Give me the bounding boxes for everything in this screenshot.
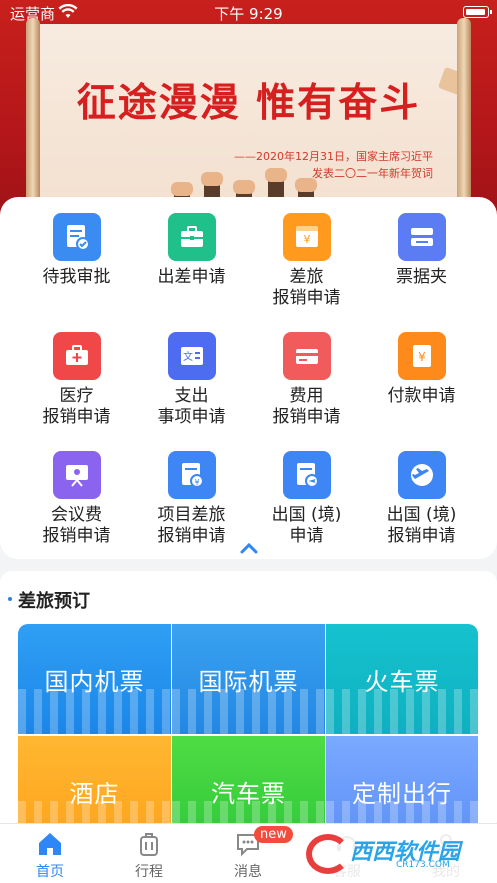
status-bar: 运营商 下午 9:29: [0, 0, 497, 24]
func-trip-request[interactable]: 出差申请: [134, 213, 249, 332]
func-label: 出国 (境) 申请: [271, 505, 342, 546]
func-medical-reimbursement[interactable]: 医疗 报销申请: [19, 332, 134, 451]
func-label: 费用 报销申请: [272, 386, 341, 427]
ticket-folder-icon: [397, 213, 446, 261]
func-label: 医疗 报销申请: [42, 386, 111, 427]
app-screen: 运营商 下午 9:29 征途漫漫 惟有奋斗 ——2020年12月31日，国家主席…: [0, 0, 497, 883]
func-ticket-folder[interactable]: 票据夹: [364, 213, 479, 332]
expense-card-icon: [282, 332, 331, 380]
func-fee-reimbursement[interactable]: 费用 报销申请: [249, 332, 364, 451]
func-payment-request[interactable]: ¥ 付款申请: [364, 332, 479, 451]
tab-itinerary[interactable]: 行程: [109, 830, 189, 881]
function-grid: 待我审批 出差申请 ¥ 差旅 报销申请 票据夹 医疗 报销申请 文 支出 事项申…: [19, 213, 479, 570]
abroad-plane-doc-icon: [282, 451, 331, 499]
svg-text:文: 文: [183, 350, 193, 363]
banner-quote: ——2020年12月31日，国家主席习近平 发表二〇二一年新年贺词: [203, 148, 433, 182]
svg-text:¥: ¥: [418, 350, 426, 364]
tile-domestic-flight[interactable]: 国内机票: [18, 624, 171, 734]
battery-icon: [463, 6, 492, 18]
func-abroad-request[interactable]: 出国 (境) 申请: [249, 451, 364, 570]
watermark-sub: CR173.COM: [396, 860, 450, 870]
tile-international-flight[interactable]: 国际机票: [172, 624, 325, 734]
tab-label: 消息: [234, 864, 262, 880]
banner-quote-line2: 发表二〇二一年新年贺词: [312, 167, 433, 180]
collapse-chevron-icon[interactable]: [235, 542, 263, 558]
payment-ticket-icon: ¥: [397, 332, 446, 380]
travel-booking-section: 差旅预订 国内机票 国际机票 火车票 酒店 汽车票 定制出行: [0, 571, 497, 846]
func-pending-approval[interactable]: 待我审批: [19, 213, 134, 332]
svg-text:¥: ¥: [194, 478, 199, 487]
banner-scroll: 征途漫漫 惟有奋斗 ——2020年12月31日，国家主席习近平 发表二〇二一年新…: [26, 18, 471, 224]
briefcase-icon: [167, 213, 216, 261]
tab-home[interactable]: 首页: [10, 830, 90, 881]
func-label: 会议费 报销申请: [42, 505, 111, 546]
meeting-board-icon: [52, 451, 101, 499]
expense-document-icon: 文: [167, 332, 216, 380]
func-expense-item-request[interactable]: 文 支出 事项申请: [134, 332, 249, 451]
func-label: 票据夹: [396, 267, 447, 287]
func-label: 待我审批: [42, 267, 111, 287]
func-label: 差旅 报销申请: [272, 267, 341, 308]
approval-icon: [52, 213, 101, 261]
travel-tiles: 国内机票 国际机票 火车票 酒店 汽车票 定制出行: [18, 624, 479, 846]
tile-train[interactable]: 火车票: [326, 624, 478, 734]
func-abroad-reimbursement[interactable]: 出国 (境) 报销申请: [364, 451, 479, 570]
banner-title: 征途漫漫 惟有奋斗: [76, 80, 421, 126]
function-panel: 待我审批 出差申请 ¥ 差旅 报销申请 票据夹 医疗 报销申请 文 支出 事项申…: [0, 197, 497, 559]
watermark-logo: 西西软件园 CR173.COM: [300, 830, 480, 878]
func-project-travel-reimbursement[interactable]: ¥ 项目差旅 报销申请: [134, 451, 249, 570]
luggage-icon: [140, 833, 158, 856]
svg-text:¥: ¥: [303, 233, 310, 246]
tile-label: 国内机票: [44, 667, 145, 696]
medical-kit-icon: [52, 332, 101, 380]
func-label: 付款申请: [387, 386, 456, 406]
func-meeting-reimbursement[interactable]: 会议费 报销申请: [19, 451, 134, 570]
func-label: 出差申请: [157, 267, 226, 287]
banner-quote-line1: ——2020年12月31日，国家主席习近平: [234, 150, 433, 163]
watermark-c-icon: [306, 834, 350, 874]
func-label: 项目差旅 报销申请: [157, 505, 226, 546]
func-travel-reimbursement[interactable]: ¥ 差旅 报销申请: [249, 213, 364, 332]
tile-label: 国际机票: [198, 667, 299, 696]
new-badge: new: [254, 826, 293, 843]
tile-label: 火车票: [364, 667, 440, 696]
banner[interactable]: 运营商 下午 9:29 征途漫漫 惟有奋斗 ——2020年12月31日，国家主席…: [0, 0, 497, 230]
abroad-plane-circle-icon: [397, 451, 446, 499]
tile-label: 汽车票: [211, 779, 286, 808]
tile-label: 定制出行: [352, 779, 452, 808]
func-label: 出国 (境) 报销申请: [386, 505, 457, 546]
yuan-wallet-icon: ¥: [282, 213, 331, 261]
section-title: 差旅预订: [8, 587, 90, 613]
tile-label: 酒店: [69, 779, 120, 808]
func-label: 支出 事项申请: [157, 386, 226, 427]
home-icon: [39, 833, 61, 855]
project-yuan-icon: ¥: [167, 451, 216, 499]
clock: 下午 9:29: [214, 5, 283, 23]
tab-label: 首页: [36, 864, 64, 880]
tab-label: 行程: [135, 864, 163, 880]
